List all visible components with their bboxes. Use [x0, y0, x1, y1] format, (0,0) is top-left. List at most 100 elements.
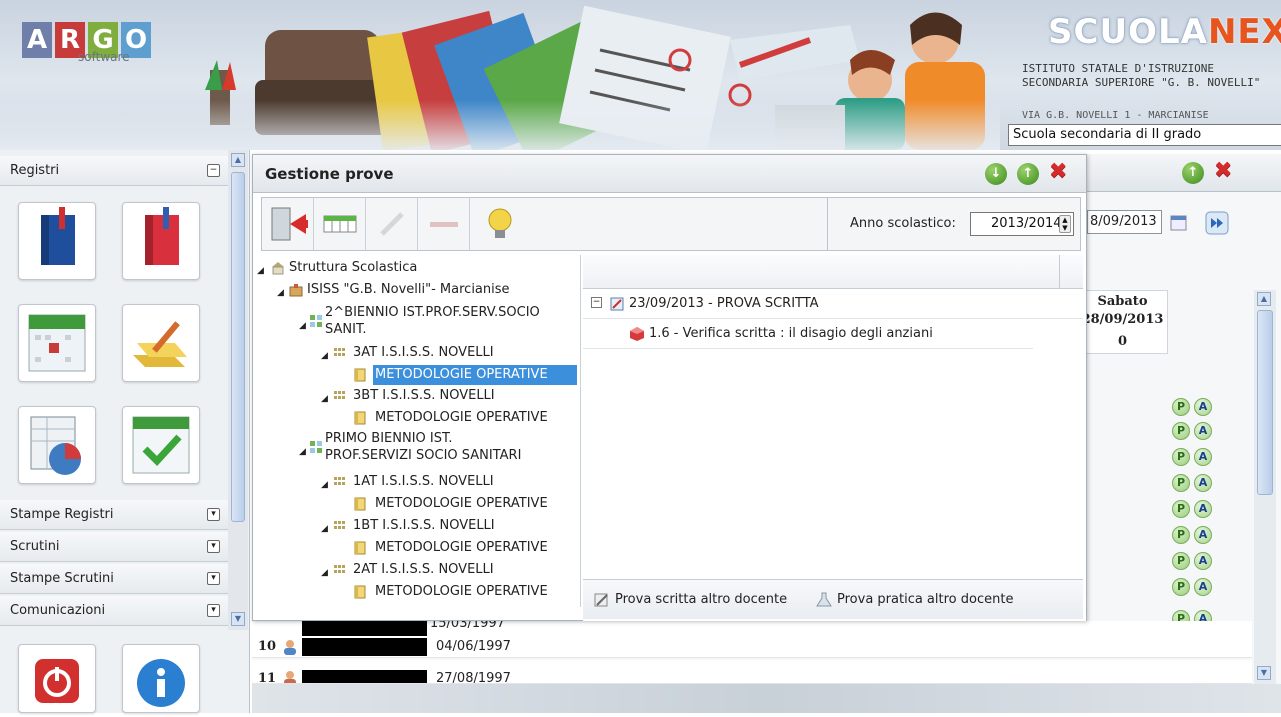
present-icon[interactable]: P [1172, 578, 1190, 596]
logo-letter: A [22, 22, 52, 58]
close-icon[interactable]: ✖ [1049, 159, 1067, 184]
tree-label: 1BT I.S.I.S.S. NOVELLI [353, 518, 495, 533]
table-row[interactable]: 10 04/06/1997 [252, 636, 1252, 658]
background-window-titlebar: ↑ ✖ [1087, 154, 1281, 192]
absent-icon[interactable]: A [1194, 448, 1212, 466]
gestione-prove-window: Gestione prove ↓ ↑ ✖ Anno scolastico: 20… [252, 154, 1087, 621]
brand-left: SCUOLA [1048, 12, 1208, 52]
sidebar: Registri − ▲ Stampe Registri ▾ Scrutini … [0, 150, 250, 713]
scroll-thumb[interactable] [1257, 310, 1273, 495]
absent-icon[interactable]: A [1194, 398, 1212, 416]
table-icon [323, 215, 357, 233]
arrow-up-icon[interactable]: ↑ [1017, 163, 1039, 185]
struttura-tree: ◢ Struttura Scolastica ◢ ISISS "G.B. Nov… [255, 255, 581, 607]
scroll-thumb[interactable] [231, 172, 245, 522]
school-type-select[interactable]: Scuola secondaria di II grado [1008, 124, 1281, 146]
registro-classe-icon[interactable] [18, 202, 96, 280]
scroll-up-icon[interactable]: ▲ [231, 153, 245, 167]
collapse-icon[interactable]: − [207, 164, 220, 177]
scroll-down-icon[interactable]: ▼ [231, 612, 245, 626]
sidebar-section-comunicazioni[interactable]: Comunicazioni ▾ [0, 596, 228, 626]
calendar-icon[interactable] [18, 304, 96, 382]
present-icon[interactable]: P [1172, 526, 1190, 544]
pencil-icon [380, 212, 404, 236]
pencil-doc-icon [594, 593, 608, 607]
info-icon[interactable] [122, 644, 200, 713]
expand-icon[interactable]: ▾ [207, 572, 220, 585]
building-icon [272, 262, 284, 275]
calendar-check-icon[interactable] [122, 406, 200, 484]
scuolanext-logo: SCUOLANEXT [1048, 12, 1281, 52]
tree-label: 2^BIENNIO IST.PROF.SERV.SOCIO [325, 305, 540, 320]
absent-icon[interactable]: A [1194, 526, 1212, 544]
redacted-name [302, 670, 427, 683]
tree-label: METODOLOGIE OPERATIVE [375, 367, 548, 382]
present-icon[interactable]: P [1172, 552, 1190, 570]
button-label: Prova scritta altro docente [615, 592, 788, 607]
arrow-down-icon[interactable]: ↓ [985, 163, 1007, 185]
school-address: VIA G.B. NOVELLI 1 - MARCIANISE [1022, 110, 1209, 121]
fast-forward-icon[interactable] [1205, 211, 1229, 235]
grid-view-button[interactable] [314, 198, 366, 250]
absent-icon[interactable]: A [1194, 500, 1212, 518]
present-icon[interactable]: P [1172, 474, 1190, 492]
notes-icon[interactable] [122, 304, 200, 382]
prova-detail-label: 1.6 - Verifica scritta : il disagio degl… [649, 326, 933, 341]
grid-scrollbar[interactable]: ▲ ▼ [1254, 290, 1276, 685]
tree-label: METODOLOGIE OPERATIVE [375, 584, 548, 599]
expand-icon[interactable]: ▾ [207, 604, 220, 617]
expand-icon[interactable]: ▾ [207, 508, 220, 521]
spinner-icon[interactable]: ▲ ▼ [1059, 215, 1071, 233]
table-row[interactable]: 11 27/08/1997 [252, 660, 1252, 684]
tree-label: 2AT I.S.I.S.S. NOVELLI [353, 562, 494, 577]
sidebar-section-stampe-registri[interactable]: Stampe Registri ▾ [0, 500, 228, 530]
present-icon[interactable]: P [1172, 448, 1190, 466]
registro-docente-icon[interactable] [122, 202, 200, 280]
section-label: Comunicazioni [10, 603, 106, 618]
present-icon[interactable]: P [1172, 398, 1190, 416]
sidebar-section-stampe-scrutini[interactable]: Stampe Scrutini ▾ [0, 564, 228, 594]
list-item-prova-detail[interactable]: 1.6 - Verifica scritta : il disagio degl… [583, 319, 1033, 349]
collapse-icon[interactable]: − [591, 297, 602, 308]
scroll-up-icon[interactable]: ▲ [1257, 292, 1271, 306]
exit-button[interactable] [262, 198, 314, 250]
red-cube-icon [630, 327, 644, 341]
absent-icon[interactable]: A [1194, 552, 1212, 570]
sidebar-section-scrutini[interactable]: Scrutini ▾ [0, 532, 228, 562]
sidebar-scrollbar[interactable]: ▲ [228, 150, 248, 630]
scroll-down-icon[interactable]: ▼ [1257, 666, 1271, 680]
expand-icon[interactable]: ▾ [207, 540, 220, 553]
logout-icon[interactable] [18, 644, 96, 713]
list-item-prova[interactable]: − 23/09/2013 - PROVA SCRITTA [583, 289, 1083, 319]
class-icon [334, 348, 345, 356]
prova-pratica-altro-button[interactable]: Prova pratica altro docente [815, 580, 1013, 620]
absent-icon[interactable]: A [1194, 422, 1212, 440]
anno-scolastico-field[interactable]: 2013/2014 ▲ ▼ [970, 212, 1074, 236]
sidebar-section-registri[interactable]: Registri − [0, 156, 228, 186]
app-header: A R G O software SCUOLANEXT ISTITUTO [0, 0, 1281, 150]
date-field[interactable]: 8/09/2013 [1087, 210, 1162, 234]
tree-label: 1AT I.S.I.S.S. NOVELLI [353, 474, 494, 489]
arrow-up-icon[interactable]: ↑ [1182, 162, 1204, 184]
close-icon[interactable]: ✖ [1214, 158, 1232, 183]
absent-icon[interactable]: A [1194, 474, 1212, 492]
redacted-name [302, 638, 427, 656]
prova-scritta-altro-button[interactable]: Prova scritta altro docente [593, 580, 787, 620]
delete-button[interactable] [418, 198, 470, 250]
book-icon [354, 497, 366, 511]
group-icon [310, 315, 322, 327]
edit-button[interactable] [366, 198, 418, 250]
present-icon[interactable]: P [1172, 500, 1190, 518]
book-icon [354, 541, 366, 555]
tree-label: SANIT. [325, 322, 367, 337]
absent-icon[interactable]: A [1194, 578, 1212, 596]
hint-button[interactable] [470, 198, 530, 250]
calendar-picker-icon[interactable] [1170, 214, 1188, 232]
flask-icon [816, 592, 832, 607]
tree-label: PRIMO BIENNIO IST. [325, 431, 453, 446]
student-icon [284, 640, 296, 655]
day-date: 28/09/2013 [1081, 312, 1164, 327]
report-chart-icon[interactable] [18, 406, 96, 484]
present-icon[interactable]: P [1172, 422, 1190, 440]
row-number: 11 [258, 671, 277, 684]
